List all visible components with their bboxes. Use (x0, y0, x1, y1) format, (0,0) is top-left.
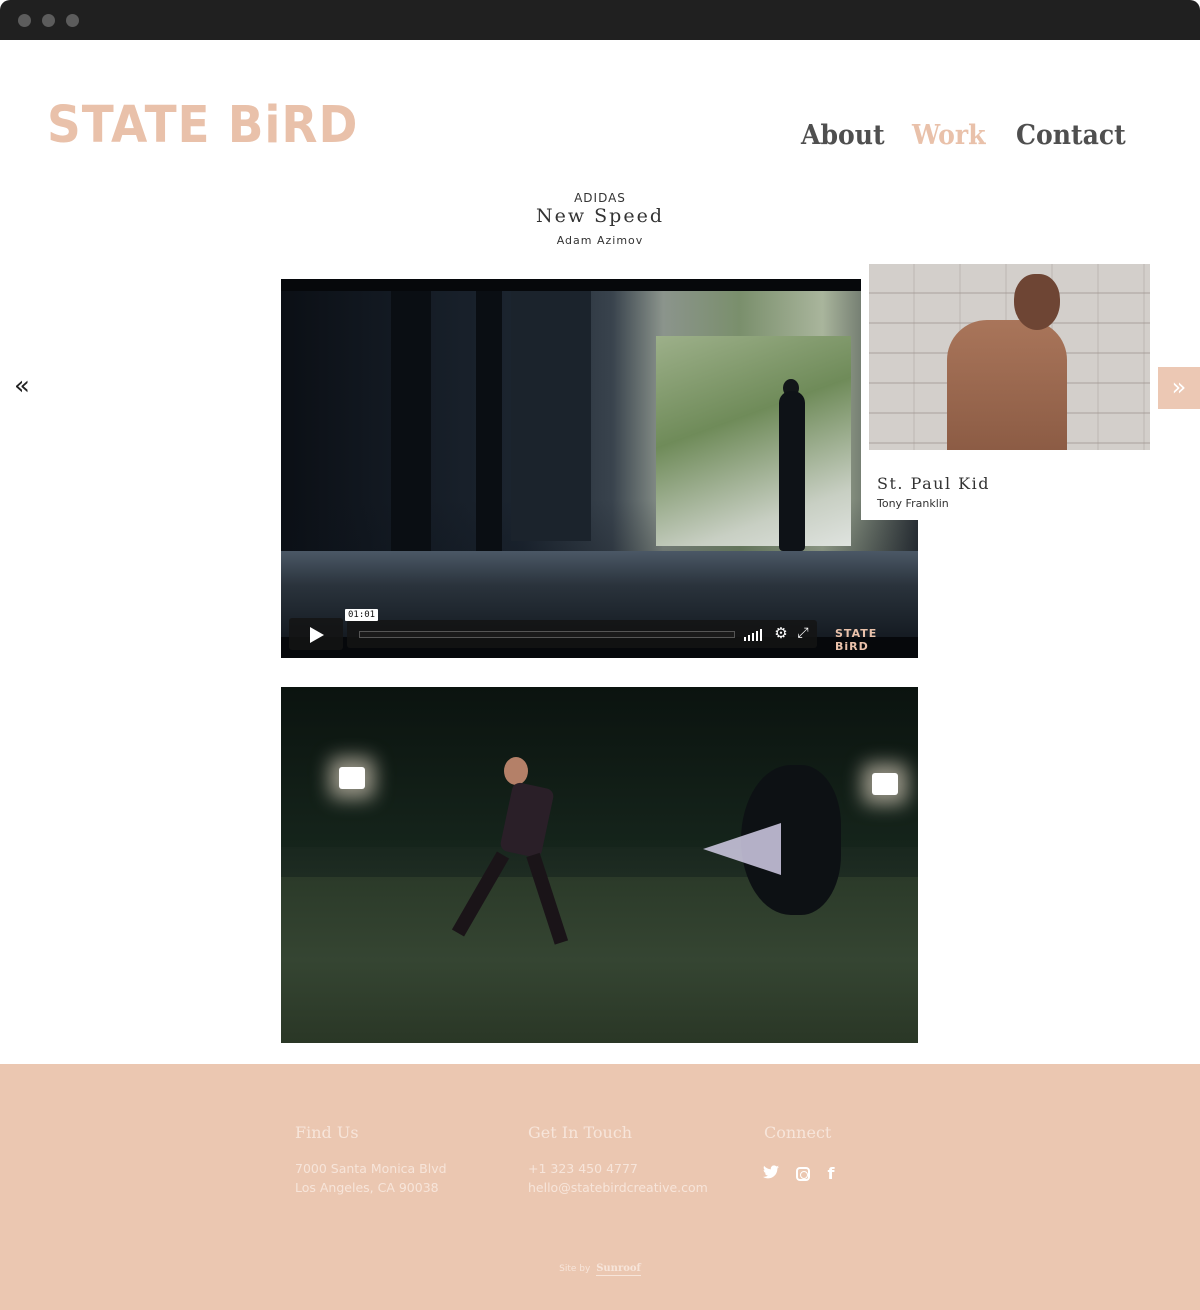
volume-icon[interactable] (744, 627, 766, 641)
sprinter-figure (451, 757, 569, 957)
next-project-card[interactable]: St. Paul Kid Tony Franklin (861, 258, 1157, 520)
window-close-dot[interactable] (18, 14, 31, 27)
window-maximize-dot[interactable] (66, 14, 79, 27)
footer-get-in-touch-heading: Get In Touch (528, 1123, 633, 1142)
sprinter-leg (526, 852, 569, 945)
facebook-icon[interactable]: f (822, 1165, 840, 1183)
site-logo[interactable]: STATE BiRD (47, 96, 358, 156)
credit-link[interactable]: Sunroof (596, 1263, 641, 1276)
parachute-panel (703, 823, 781, 875)
footer-credit: Site by Sunroof (0, 1263, 1200, 1276)
footer-address-line1: 7000 Santa Monica Blvd (295, 1161, 447, 1176)
footer-connect-heading: Connect (764, 1123, 832, 1142)
video-frame-gym (281, 291, 918, 637)
sprinter-head (504, 757, 528, 785)
player-watermark[interactable]: STATE BiRD (835, 627, 910, 653)
footer-address-line2: Los Angeles, CA 90038 (295, 1180, 439, 1195)
progress-bar[interactable] (359, 631, 735, 638)
project-title: New Speed (535, 205, 664, 227)
instagram-glyph (796, 1167, 810, 1181)
next-project-thumbnail (869, 264, 1150, 450)
stadium-light (872, 773, 898, 795)
nav-work[interactable]: Work (912, 116, 986, 156)
gym-window (656, 336, 851, 546)
gym-wall (511, 291, 591, 541)
nav-contact[interactable]: Contact (1016, 116, 1126, 156)
gym-pillar (476, 291, 502, 551)
play-icon (310, 627, 324, 643)
settings-gear-icon[interactable]: ⚙ (773, 625, 789, 641)
video-timecode: 01:01 (345, 609, 379, 621)
resistance-parachute (701, 765, 841, 915)
browser-titlebar (0, 0, 1200, 40)
fullscreen-icon[interactable]: ⤢ (795, 625, 811, 641)
credit-prefix: Site by (559, 1264, 591, 1274)
project-client: ADIDAS (574, 191, 626, 205)
previous-project-arrow-icon[interactable]: « (10, 372, 34, 400)
thumbnail-figure-head (1014, 274, 1060, 330)
instagram-icon[interactable] (794, 1165, 812, 1183)
project-still-image (281, 687, 918, 1043)
next-project-director: Tony Franklin (877, 497, 949, 510)
nav-about[interactable]: About (801, 116, 885, 156)
footer-email-link[interactable]: hello@statebirdcreative.com (528, 1180, 708, 1195)
video-controls: ⚙ ⤢ 01:01 STATE BiRD (289, 609, 910, 653)
sprinter-torso (499, 781, 555, 859)
video-player[interactable]: ⚙ ⤢ 01:01 STATE BiRD (281, 279, 918, 658)
play-button[interactable] (289, 618, 343, 650)
stadium-light (339, 767, 365, 789)
next-project-arrow-icon[interactable]: » (1158, 367, 1200, 409)
next-project-title: St. Paul Kid (877, 474, 990, 493)
window-minimize-dot[interactable] (42, 14, 55, 27)
twitter-icon[interactable] (762, 1165, 780, 1183)
site-footer: Find Us 7000 Santa Monica Blvd Los Angel… (0, 1064, 1200, 1310)
runner-silhouette (779, 391, 805, 551)
gym-pillar (391, 291, 431, 561)
project-director: Adam Azimov (556, 234, 644, 247)
footer-find-us-heading: Find Us (295, 1123, 359, 1142)
thumbnail-figure (947, 320, 1067, 450)
footer-phone-link[interactable]: +1 323 450 4777 (528, 1161, 638, 1176)
control-bar: ⚙ ⤢ (347, 620, 817, 648)
